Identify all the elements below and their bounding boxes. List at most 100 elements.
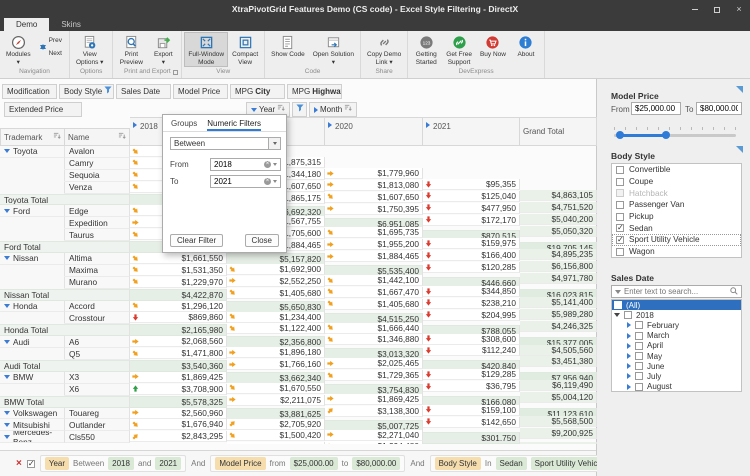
name-cell[interactable]: A6: [65, 336, 130, 348]
trademark-cell[interactable]: Honda: [0, 301, 65, 313]
filter-value-chip[interactable]: $80,000.00: [352, 457, 400, 470]
value-cell[interactable]: $3,708,900: [130, 384, 227, 395]
sales-date-node-july[interactable]: July: [612, 371, 741, 381]
filter-value-chip[interactable]: 2021: [155, 457, 181, 470]
tab-demo[interactable]: Demo: [4, 18, 49, 31]
combobox-dropdown-button[interactable]: [268, 138, 280, 149]
name-cell[interactable]: Outlander: [65, 419, 130, 431]
ribbon-button-next[interactable]: Next: [37, 49, 65, 58]
ribbon-button-view[interactable]: ViewOptions ▾: [72, 32, 107, 67]
name-cell[interactable]: Venza: [65, 182, 130, 194]
checkbox[interactable]: [616, 201, 624, 209]
name-cell[interactable]: Accord: [65, 301, 130, 313]
clear-filter-button[interactable]: Clear Filter: [170, 234, 223, 247]
checkbox[interactable]: [616, 236, 624, 244]
operator-combobox[interactable]: Between: [170, 137, 281, 150]
expand-right-icon[interactable]: [627, 343, 631, 349]
to-value-input[interactable]: [211, 177, 264, 186]
total-label-cell[interactable]: Honda Total: [0, 324, 130, 336]
trademark-cell[interactable]: [0, 265, 65, 277]
checkbox[interactable]: [616, 189, 624, 197]
data-field-extended-price[interactable]: Extended Price: [4, 102, 82, 117]
value-cell[interactable]: $2,560,960: [130, 408, 227, 419]
filter-field-modification[interactable]: Modification: [2, 84, 57, 99]
expand-icon[interactable]: [328, 122, 332, 128]
ribbon-button-show-code[interactable]: Show Code: [267, 32, 309, 60]
collapse-icon[interactable]: [4, 256, 10, 260]
name-cell[interactable]: Expedition: [65, 217, 130, 229]
name-cell[interactable]: Maxima: [65, 265, 130, 277]
trademark-cell[interactable]: Volkswagen: [0, 408, 65, 420]
body-style-item-passenger-van[interactable]: Passenger Van: [612, 199, 741, 211]
sales-date-node-june[interactable]: June: [612, 361, 741, 371]
name-cell[interactable]: Touareg: [65, 408, 130, 420]
trademark-cell[interactable]: [0, 182, 65, 194]
name-cell[interactable]: X3: [65, 372, 130, 384]
ribbon-button-modules[interactable]: Modules▾: [2, 32, 35, 67]
checkbox[interactable]: [616, 248, 624, 256]
trademark-cell[interactable]: Toyota: [0, 146, 65, 158]
model-price-from-input[interactable]: [631, 102, 681, 115]
clear-value-icon[interactable]: ×: [264, 161, 271, 168]
minimize-button[interactable]: [684, 0, 706, 18]
search-input[interactable]: [624, 287, 727, 296]
clear-value-icon[interactable]: ×: [264, 178, 271, 185]
model-price-to-input[interactable]: [696, 102, 742, 115]
name-cell[interactable]: Cls550: [65, 431, 130, 443]
filter-field-body-style[interactable]: Body Style: [59, 84, 114, 99]
column-header-grand-total[interactable]: Grand Total: [520, 117, 597, 146]
name-cell[interactable]: X6: [65, 384, 130, 396]
body-style-item-convertible[interactable]: Convertible: [612, 164, 741, 176]
chevron-right-icon[interactable]: [314, 107, 318, 113]
checkbox[interactable]: [616, 224, 624, 232]
trademark-cell[interactable]: [0, 158, 65, 170]
trademark-cell[interactable]: Audi: [0, 336, 65, 348]
checkbox[interactable]: [616, 166, 624, 174]
tab-numeric-filters[interactable]: Numeric Filters: [207, 119, 261, 131]
trademark-cell[interactable]: [0, 217, 65, 229]
sales-date-node-march[interactable]: March: [612, 331, 741, 341]
collapse-icon[interactable]: [4, 304, 10, 308]
trademark-cell[interactable]: [0, 348, 65, 360]
trademark-cell[interactable]: Ford: [0, 205, 65, 217]
ribbon-button-full-window[interactable]: Full-WindowMode: [184, 32, 228, 67]
trademark-cell[interactable]: Nissan: [0, 253, 65, 265]
value-cell[interactable]: $869,860: [130, 312, 227, 323]
spin-down-icon[interactable]: [273, 180, 277, 183]
name-cell[interactable]: Crosstour: [65, 312, 130, 324]
ribbon-button-open-solution[interactable]: Open Solution▾: [309, 32, 358, 67]
trademark-cell[interactable]: [0, 229, 65, 241]
filter-field-model-price[interactable]: Model Price: [173, 84, 228, 99]
collapse-icon[interactable]: [4, 375, 10, 379]
year-filter-button[interactable]: [292, 102, 307, 117]
column-field-month[interactable]: Month: [309, 102, 357, 117]
value-cell[interactable]: $2,068,560: [130, 336, 227, 347]
total-label-cell[interactable]: Audi Total: [0, 360, 130, 372]
total-label-cell[interactable]: Ford Total: [0, 241, 130, 253]
filter-field-mpg-highway[interactable]: MPGHighway: [287, 84, 342, 99]
ribbon-button-getting[interactable]: 123GettingStarted: [410, 32, 442, 67]
checkbox[interactable]: [635, 342, 643, 350]
checkbox[interactable]: [635, 352, 643, 360]
value-cell[interactable]: $1,661,550: [130, 253, 227, 264]
checkbox[interactable]: [624, 311, 632, 319]
trademark-cell[interactable]: BMW: [0, 372, 65, 384]
remove-filter-icon[interactable]: ×: [16, 459, 22, 469]
sales-date-node-2018[interactable]: 2018: [612, 310, 741, 320]
close-popup-button[interactable]: Close: [245, 234, 279, 247]
body-style-item-sport-utility-vehicle[interactable]: Sport Utility Vehicle: [612, 234, 741, 246]
section-pin-icon[interactable]: [736, 146, 743, 153]
sales-date-node-april[interactable]: April: [612, 341, 741, 351]
filter-value-chip[interactable]: Sedan: [496, 457, 527, 470]
body-style-item-sedan[interactable]: Sedan: [612, 222, 741, 234]
slider-thumb-min[interactable]: [616, 131, 624, 139]
value-cell[interactable]: $1,531,350: [130, 265, 227, 276]
value-cell[interactable]: $2,165,980: [130, 324, 227, 336]
column-header-2021[interactable]: 2021: [423, 117, 520, 146]
column-header-2020[interactable]: 2020: [325, 117, 423, 146]
value-cell[interactable]: $1,229,970: [130, 277, 227, 288]
price-range-slider[interactable]: [614, 134, 736, 137]
slider-thumb-max[interactable]: [662, 131, 670, 139]
value-cell[interactable]: $2,843,295: [130, 431, 227, 442]
body-style-item-pickup[interactable]: Pickup: [612, 211, 741, 223]
